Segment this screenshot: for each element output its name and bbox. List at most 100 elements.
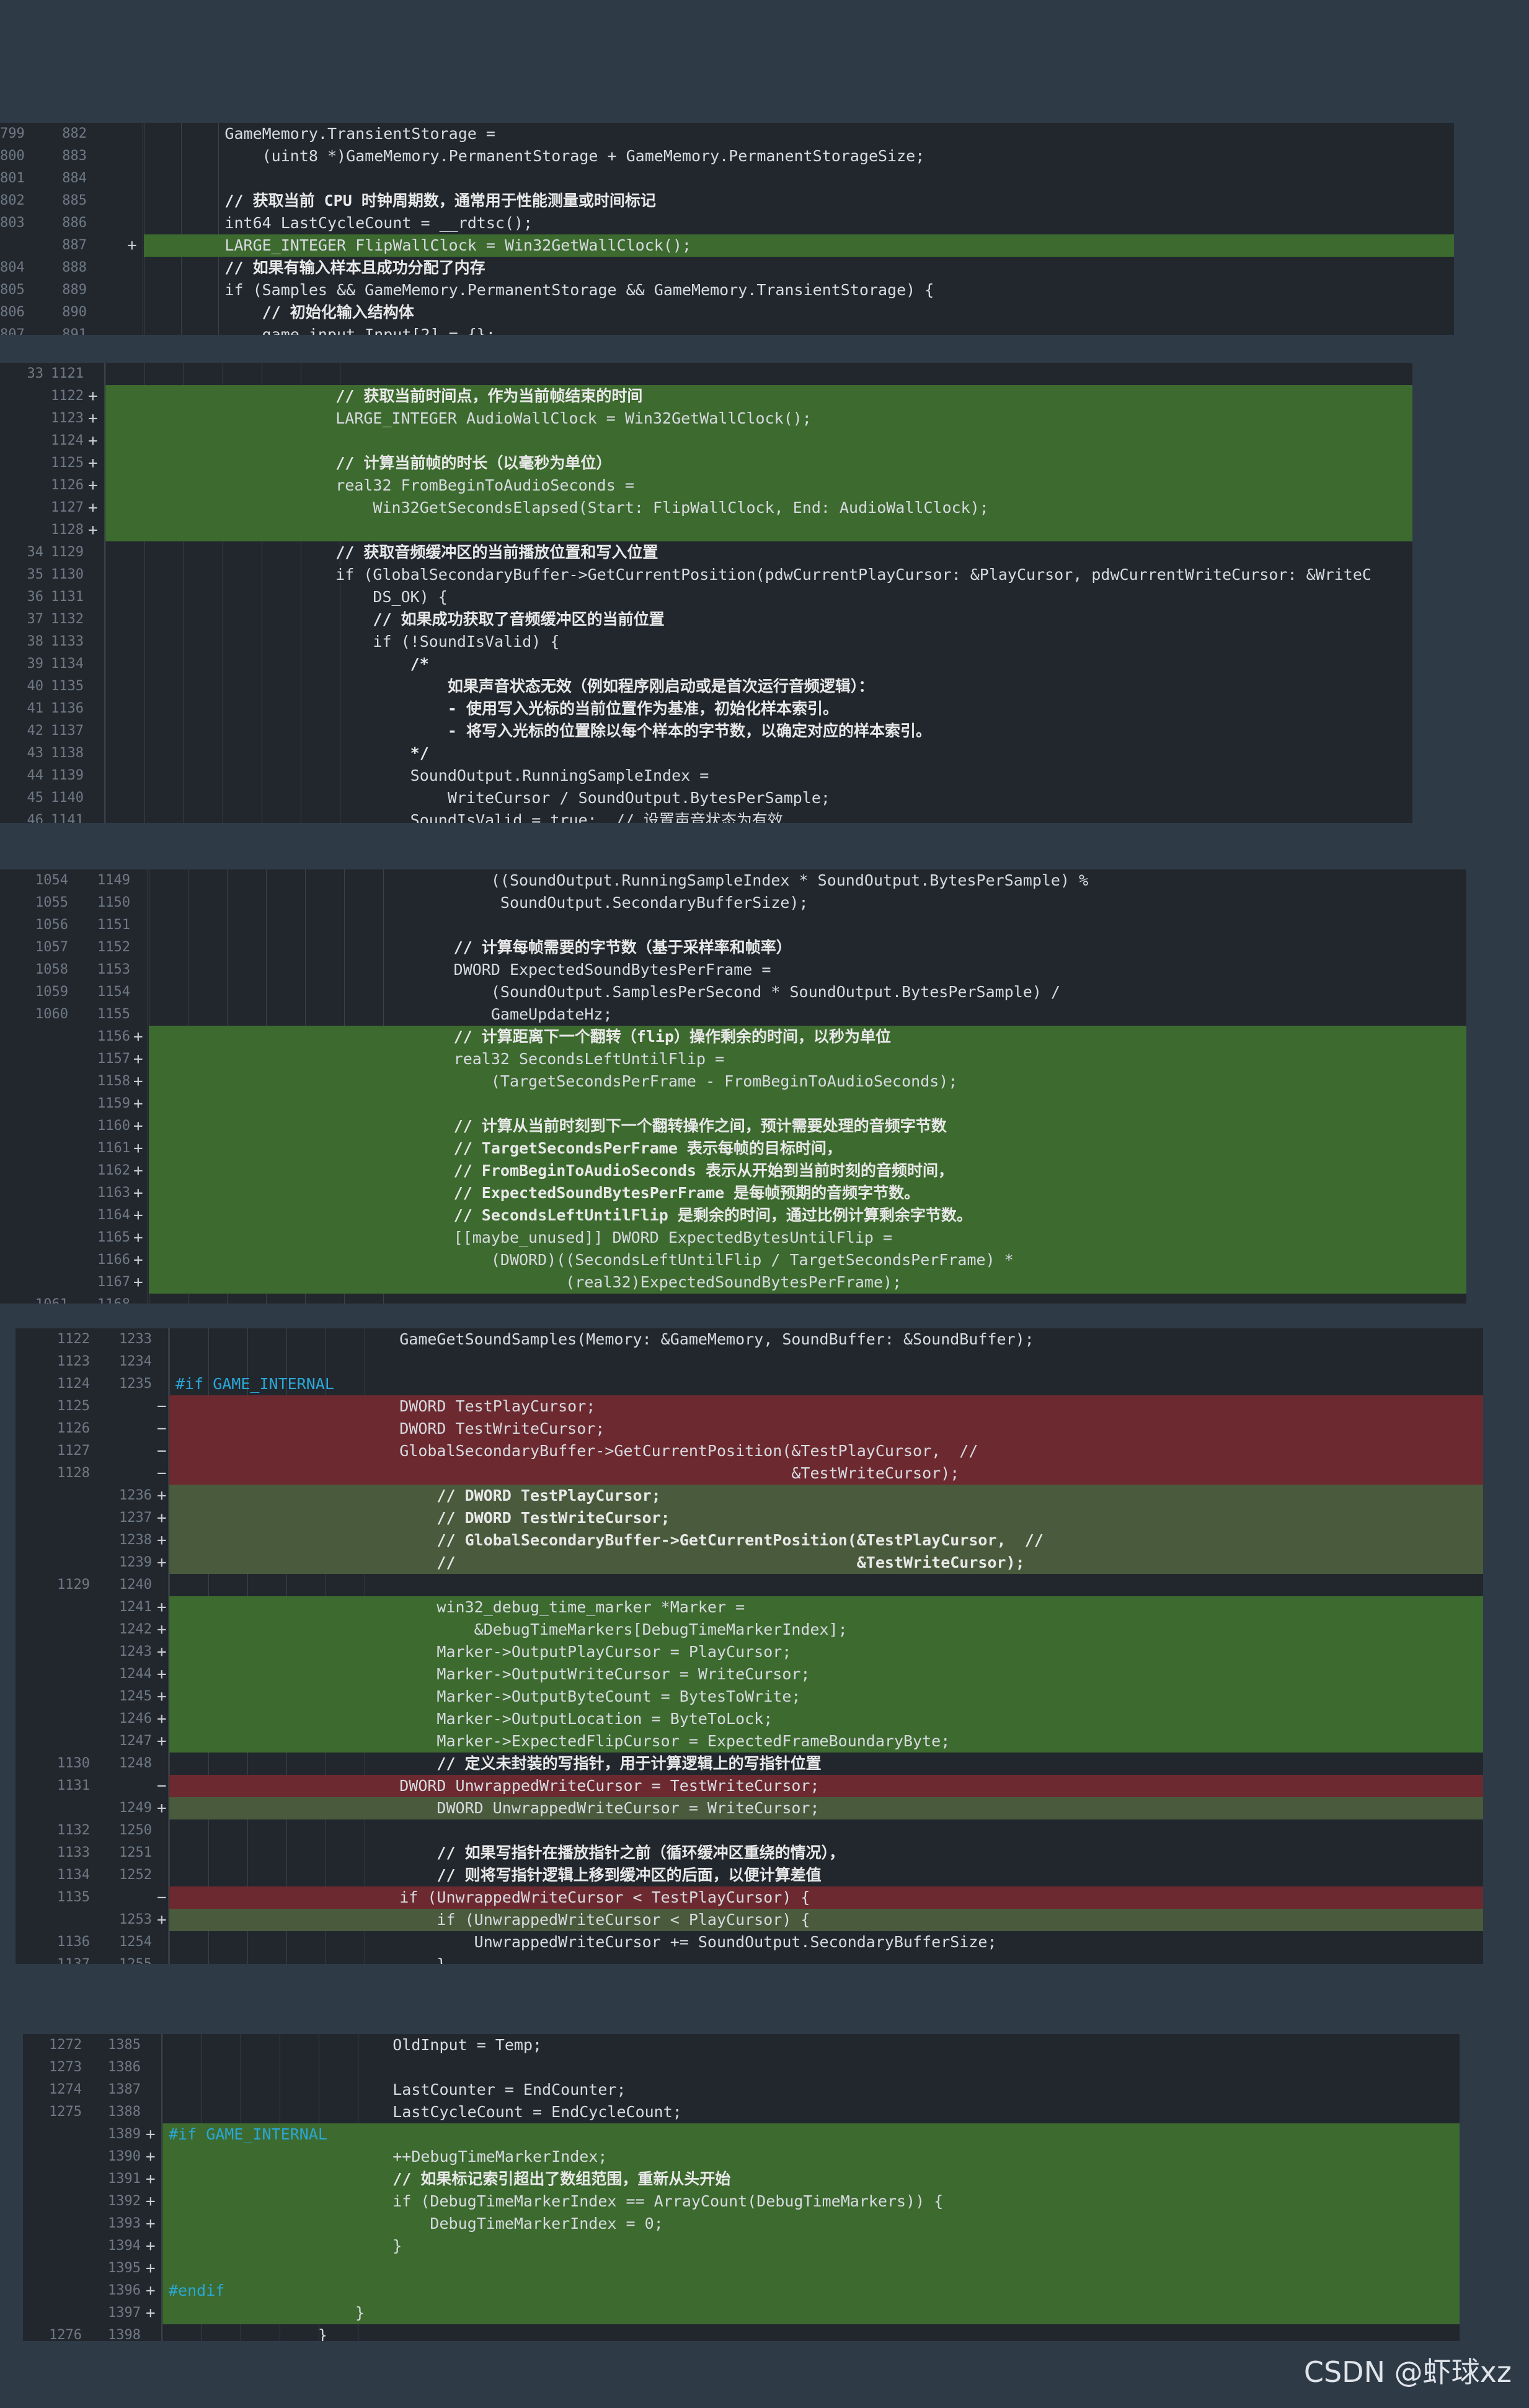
diff-line[interactable]: 1123 + LARGE_INTEGER AudioWallClock = Win… bbox=[0, 407, 1412, 430]
diff-line[interactable]: 1162 + // FromBeginToAudioSeconds 表示从开始到当… bbox=[0, 1160, 1466, 1182]
diff-line[interactable]: 40 1135 如果声音状态无效（例如程序刚启动或是首次运行音频逻辑）： bbox=[0, 675, 1412, 698]
diff-line[interactable]: 1060 1155 GameUpdateHz; bbox=[0, 1003, 1466, 1026]
diff-line[interactable]: 1061 1168 bbox=[0, 1294, 1466, 1304]
diff-line[interactable]: 807 891 game_input Input[2] = {}; bbox=[0, 324, 1454, 335]
diff-line[interactable]: 1057 1152 // 计算每帧需要的字节数（基于采样率和帧率） bbox=[0, 936, 1466, 959]
diff-line[interactable]: 1127 − GlobalSecondaryBuffer->GetCurrentP… bbox=[16, 1440, 1483, 1462]
diff-line[interactable]: 1054 1149 ((SoundOutput.RunningSampleInde… bbox=[0, 869, 1466, 892]
diff-line[interactable]: 1274 1387 LastCounter = EndCounter; bbox=[23, 2079, 1460, 2101]
diff-line[interactable]: 36 1131 DS_OK) { bbox=[0, 586, 1412, 608]
diff-line[interactable]: 802 885 // 获取当前 CPU 时钟周期数，通常用于性能测量或时间标记 bbox=[0, 190, 1454, 212]
diff-line[interactable]: 1241 + win32_debug_time_marker *Marker = bbox=[16, 1596, 1483, 1619]
diff-line[interactable]: 1122 1233 GameGetSoundSamples(Memory: &Ga… bbox=[16, 1328, 1483, 1351]
diff-line[interactable]: 35 1130 if (GlobalSecondaryBuffer->GetCur… bbox=[0, 564, 1412, 586]
diff-line[interactable]: 1165 + [[maybe_unused]] DWORD ExpectedByt… bbox=[0, 1227, 1466, 1249]
diff-line[interactable]: 1237 + // DWORD TestWriteCursor; bbox=[16, 1507, 1483, 1529]
diff-line[interactable]: 38 1133 if (!SoundIsValid) { bbox=[0, 631, 1412, 653]
diff-line[interactable]: 799 882 GameMemory.TransientStorage = bbox=[0, 123, 1454, 145]
diff-line[interactable]: 1164 + // SecondsLeftUntilFlip 是剩余的时间，通过比… bbox=[0, 1204, 1466, 1227]
diff-line[interactable]: 1249 + DWORD UnwrappedWriteCursor = Write… bbox=[16, 1797, 1483, 1819]
diff-line[interactable]: 1158 + (TargetSecondsPerFrame - FromBegin… bbox=[0, 1070, 1466, 1093]
diff-line[interactable]: 1391 + // 如果标记索引超出了数组范围，重新从头开始 bbox=[23, 2168, 1460, 2190]
diff-line[interactable]: 39 1134 /* bbox=[0, 653, 1412, 675]
diff-line[interactable]: 34 1129 // 获取音频缓冲区的当前播放位置和写入位置 bbox=[0, 541, 1412, 564]
diff-line[interactable]: 1125 + // 计算当前帧的时长（以毫秒为单位） bbox=[0, 452, 1412, 474]
diff-line[interactable]: 1125 − DWORD TestPlayCursor; bbox=[16, 1395, 1483, 1418]
diff-line[interactable]: 1126 − DWORD TestWriteCursor; bbox=[16, 1418, 1483, 1440]
diff-line[interactable]: 1253 + if (UnwrappedWriteCursor < PlayCur… bbox=[16, 1909, 1483, 1931]
diff-line[interactable]: 803 886 int64 LastCycleCount = __rdtsc(); bbox=[0, 212, 1454, 234]
new-line-number: 1251 bbox=[119, 1845, 152, 1860]
diff-line[interactable]: 1393 + DebugTimeMarkerIndex = 0; bbox=[23, 2213, 1460, 2235]
diff-line[interactable]: 1159 + bbox=[0, 1093, 1466, 1115]
diff-line[interactable]: 1272 1385 OldInput = Temp; bbox=[23, 2034, 1460, 2056]
diff-line[interactable]: 46 1141 SoundIsValid = true; // 设置声音状态为有效 bbox=[0, 809, 1412, 823]
diff-line[interactable]: 1059 1154 (SoundOutput.SamplesPerSecond *… bbox=[0, 981, 1466, 1003]
diff-line[interactable]: 41 1136 - 使用写入光标的当前位置作为基准，初始化样本索引。 bbox=[0, 698, 1412, 720]
diff-line[interactable]: 1136 1254 UnwrappedWriteCursor += SoundOu… bbox=[16, 1931, 1483, 1953]
diff-line[interactable]: 1128 − &TestWriteCursor); bbox=[16, 1462, 1483, 1485]
diff-line[interactable]: 1055 1150 SoundOutput.SecondaryBufferSize… bbox=[0, 892, 1466, 914]
diff-line[interactable]: 1247 + Marker->ExpectedFlipCursor = Expec… bbox=[16, 1730, 1483, 1753]
diff-line[interactable]: 1124 + bbox=[0, 430, 1412, 452]
diff-line[interactable]: 1156 + // 计算距离下一个翻转（flip）操作剩余的时间，以秒为单位 bbox=[0, 1026, 1466, 1048]
diff-line[interactable]: 1126 + real32 FromBeginToAudioSeconds = bbox=[0, 474, 1412, 497]
diff-line[interactable]: 1134 1252 // 则将写指针逻辑上移到缓冲区的后面，以便计算差值 bbox=[16, 1864, 1483, 1886]
diff-line[interactable]: 1135 − if (UnwrappedWriteCursor < TestPla… bbox=[16, 1886, 1483, 1909]
diff-line[interactable]: 1244 + Marker->OutputWriteCursor = WriteC… bbox=[16, 1663, 1483, 1686]
diff-line[interactable]: 1394 + } bbox=[23, 2235, 1460, 2257]
diff-line[interactable]: 1389 + #if GAME_INTERNAL bbox=[23, 2123, 1460, 2146]
new-line-number: 1237 bbox=[119, 1510, 152, 1526]
diff-line[interactable]: 33 1121 bbox=[0, 363, 1412, 385]
diff-line[interactable]: 1056 1151 bbox=[0, 914, 1466, 936]
diff-line[interactable]: 1133 1251 // 如果写指针在播放指针之前（循环缓冲区重绕的情况）， bbox=[16, 1842, 1483, 1864]
diff-line[interactable]: 44 1139 SoundOutput.RunningSampleIndex = bbox=[0, 765, 1412, 787]
diff-line[interactable]: 45 1140 WriteCursor / SoundOutput.BytesPe… bbox=[0, 787, 1412, 809]
diff-line[interactable]: 1243 + Marker->OutputPlayCursor = PlayCur… bbox=[16, 1641, 1483, 1663]
diff-line[interactable]: 43 1138 */ bbox=[0, 742, 1412, 765]
diff-line[interactable]: 805 889 if (Samples && GameMemory.Permane… bbox=[0, 279, 1454, 301]
diff-line[interactable]: 804 888 // 如果有输入样本且成功分配了内存 bbox=[0, 257, 1454, 279]
diff-line[interactable]: 1160 + // 计算从当前时刻到下一个翻转操作之间，预计需要处理的音频字节数 bbox=[0, 1115, 1466, 1137]
diff-line[interactable]: 1127 + Win32GetSecondsElapsed(Start: Flip… bbox=[0, 497, 1412, 519]
diff-marker: + bbox=[133, 1072, 143, 1091]
diff-line[interactable]: 800 883 (uint8 *)GameMemory.PermanentStor… bbox=[0, 145, 1454, 167]
diff-line[interactable]: 1122 + // 获取当前时间点，作为当前帧结束的时间 bbox=[0, 385, 1412, 407]
diff-line[interactable]: 1397 + } bbox=[23, 2302, 1460, 2324]
diff-line[interactable]: 1123 1234 bbox=[16, 1351, 1483, 1373]
diff-line[interactable]: 1392 + if (DebugTimeMarkerIndex == ArrayC… bbox=[23, 2190, 1460, 2213]
diff-line[interactable]: 887 + LARGE_INTEGER FlipWallClock = Win32… bbox=[0, 234, 1454, 257]
diff-line[interactable]: 1166 + (DWORD)((SecondsLeftUntilFlip / Ta… bbox=[0, 1249, 1466, 1271]
diff-marker: − bbox=[157, 1419, 167, 1438]
diff-line[interactable]: 1124 1235 #if GAME_INTERNAL bbox=[16, 1373, 1483, 1395]
diff-line[interactable]: 1128 + bbox=[0, 519, 1412, 541]
diff-line[interactable]: 1246 + Marker->OutputLocation = ByteToLoc… bbox=[16, 1708, 1483, 1730]
diff-line[interactable]: 1242 + &DebugTimeMarkers[DebugTimeMarkerI… bbox=[16, 1619, 1483, 1641]
code-text: Marker->OutputWriteCursor = WriteCursor; bbox=[175, 1665, 810, 1683]
diff-line[interactable]: 1131 − DWORD UnwrappedWriteCursor = TestW… bbox=[16, 1775, 1483, 1797]
diff-line[interactable]: 801 884 bbox=[0, 167, 1454, 190]
diff-line[interactable]: 1238 + // GlobalSecondaryBuffer->GetCurre… bbox=[16, 1529, 1483, 1552]
diff-line[interactable]: 1239 + // &TestWriteCursor); bbox=[16, 1552, 1483, 1574]
diff-line[interactable]: 1396 + #endif bbox=[23, 2280, 1460, 2302]
diff-line[interactable]: 1058 1153 DWORD ExpectedSoundBytesPerFram… bbox=[0, 959, 1466, 981]
diff-line[interactable]: 1236 + // DWORD TestPlayCursor; bbox=[16, 1485, 1483, 1507]
diff-line[interactable]: 1395 + bbox=[23, 2257, 1460, 2280]
diff-line[interactable]: 806 890 // 初始化输入结构体 bbox=[0, 301, 1454, 324]
diff-line[interactable]: 42 1137 - 将写入光标的位置除以每个样本的字节数，以确定对应的样本索引。 bbox=[0, 720, 1412, 742]
diff-line[interactable]: 1137 1255 } bbox=[16, 1953, 1483, 1964]
diff-line[interactable]: 1276 1398 } bbox=[23, 2324, 1460, 2341]
diff-line[interactable]: 1273 1386 bbox=[23, 2056, 1460, 2079]
diff-line[interactable]: 1129 1240 bbox=[16, 1574, 1483, 1596]
diff-line[interactable]: 37 1132 // 如果成功获取了音频缓冲区的当前位置 bbox=[0, 608, 1412, 631]
diff-line[interactable]: 1245 + Marker->OutputByteCount = BytesToW… bbox=[16, 1686, 1483, 1708]
diff-line[interactable]: 1157 + real32 SecondsLeftUntilFlip = bbox=[0, 1048, 1466, 1070]
diff-line[interactable]: 1275 1388 LastCycleCount = EndCycleCount; bbox=[23, 2101, 1460, 2123]
diff-line[interactable]: 1390 + ++DebugTimeMarkerIndex; bbox=[23, 2146, 1460, 2168]
diff-line[interactable]: 1161 + // TargetSecondsPerFrame 表示每帧的目标时间… bbox=[0, 1137, 1466, 1160]
diff-line[interactable]: 1130 1248 // 定义未封装的写指针，用于计算逻辑上的写指针位置 bbox=[16, 1753, 1483, 1775]
new-line-number: 1131 bbox=[51, 589, 84, 605]
diff-line[interactable]: 1132 1250 bbox=[16, 1819, 1483, 1842]
diff-line[interactable]: 1167 + (real32)ExpectedSoundBytesPerFrame… bbox=[0, 1271, 1466, 1294]
diff-line[interactable]: 1163 + // ExpectedSoundBytesPerFrame 是每帧预… bbox=[0, 1182, 1466, 1204]
